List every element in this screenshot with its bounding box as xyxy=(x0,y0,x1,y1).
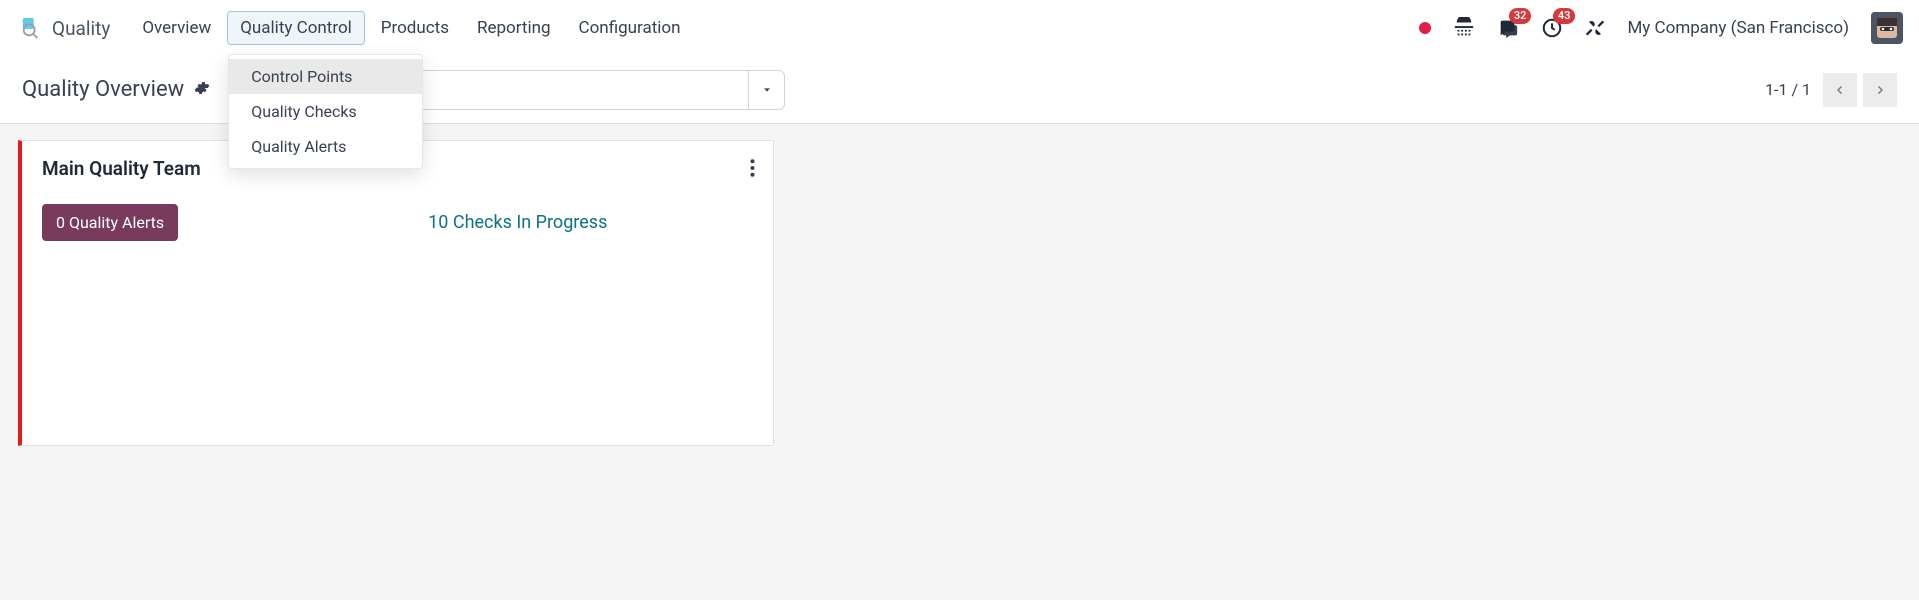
team-card[interactable]: Main Quality Team 0 Quality Alerts 10 Ch… xyxy=(18,140,774,446)
nav-item-reporting[interactable]: Reporting xyxy=(465,12,563,44)
quality-alerts-button[interactable]: 0 Quality Alerts xyxy=(42,204,178,241)
activities-icon[interactable]: 43 xyxy=(1541,17,1563,39)
gear-icon[interactable] xyxy=(194,77,210,102)
page-title[interactable]: Quality Overview xyxy=(22,77,184,102)
pager-next-button[interactable] xyxy=(1863,73,1897,107)
company-switcher[interactable]: My Company (San Francisco) xyxy=(1627,18,1849,38)
search-options-toggle[interactable] xyxy=(748,71,784,109)
app-logo-icon xyxy=(20,17,42,39)
messages-icon[interactable]: 32 xyxy=(1497,17,1519,39)
app-title[interactable]: Quality xyxy=(52,17,110,40)
pager-prev-button[interactable] xyxy=(1823,73,1857,107)
breadcrumb: Quality Overview xyxy=(22,77,210,102)
tools-icon[interactable] xyxy=(1585,18,1605,38)
checks-in-progress-link[interactable]: 10 Checks In Progress xyxy=(428,212,607,233)
dropdown-item-quality-alerts[interactable]: Quality Alerts xyxy=(229,129,422,164)
nav-items: Overview Quality Control Control Points … xyxy=(130,11,692,45)
nav-item-products[interactable]: Products xyxy=(369,12,461,44)
pager-counter[interactable]: 1-1 / 1 xyxy=(1765,80,1811,99)
kanban-view: Main Quality Team 0 Quality Alerts 10 Ch… xyxy=(0,124,1919,600)
nav-item-quality-control[interactable]: Quality Control Control Points Quality C… xyxy=(227,11,365,45)
activities-badge: 43 xyxy=(1553,8,1576,24)
team-card-body: 0 Quality Alerts 10 Checks In Progress xyxy=(42,204,753,241)
systray: 32 43 My Company (San Francisco) xyxy=(1419,12,1903,44)
dropdown-item-quality-checks[interactable]: Quality Checks xyxy=(229,94,422,129)
nav-item-configuration[interactable]: Configuration xyxy=(567,12,693,44)
messages-badge: 32 xyxy=(1509,8,1532,24)
user-avatar[interactable] xyxy=(1871,12,1903,44)
voip-icon[interactable] xyxy=(1453,17,1475,39)
nav-item-label: Quality Control xyxy=(240,18,352,38)
kebab-icon[interactable] xyxy=(750,159,755,181)
nav-item-overview[interactable]: Overview xyxy=(130,12,223,44)
dropdown-item-control-points[interactable]: Control Points xyxy=(229,59,422,94)
top-nav: Quality Overview Quality Control Control… xyxy=(0,0,1919,56)
recording-indicator-icon[interactable] xyxy=(1419,22,1431,34)
pager: 1-1 / 1 xyxy=(1765,73,1897,107)
quality-control-dropdown: Control Points Quality Checks Quality Al… xyxy=(228,54,423,169)
